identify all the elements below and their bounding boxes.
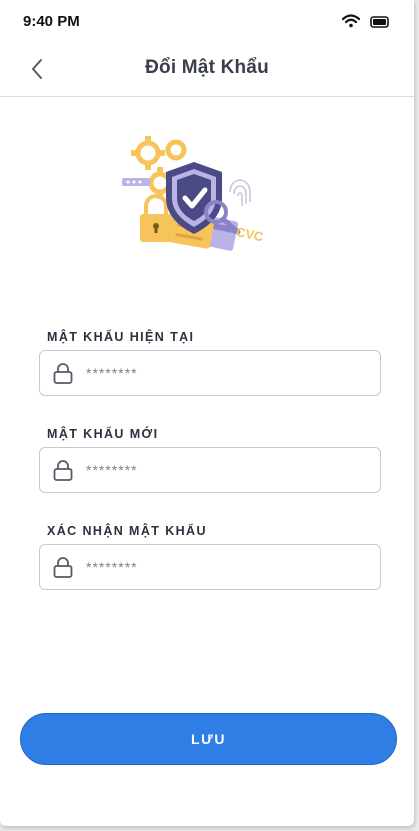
lock-icon (53, 556, 73, 578)
new-password-label: MẬT KHẨU MỚI (47, 427, 159, 441)
cvc-label: CVC (235, 224, 266, 245)
status-icons (341, 14, 390, 33)
current-password-input[interactable] (86, 361, 366, 385)
page-title: Đổi Mật Khẩu (145, 57, 269, 78)
lock-icon (53, 459, 73, 481)
wifi-icon (341, 14, 361, 33)
confirm-password-input[interactable] (86, 555, 366, 579)
lock-icon (53, 362, 73, 384)
header: Đổi Mật Khẩu (0, 44, 414, 97)
confirm-password-label: XÁC NHẬN MẬT KHẨU (47, 524, 207, 538)
current-password-label: MẬT KHẨU HIỆN TẠI (47, 330, 195, 344)
new-password-input[interactable] (86, 458, 366, 482)
current-password-field[interactable] (39, 350, 381, 396)
save-button[interactable]: LƯU (20, 713, 397, 765)
change-password-screen: 9:40 PM Đổi Mật Khẩu CVC MẬT KHẨU HIỆN T… (0, 0, 414, 826)
confirm-password-field[interactable] (39, 544, 381, 590)
battery-icon (370, 15, 390, 33)
status-bar: 9:40 PM (0, 0, 414, 44)
status-time: 9:40 PM (23, 13, 80, 30)
security-shield-illustration: CVC (118, 128, 268, 263)
new-password-field[interactable] (39, 447, 381, 493)
